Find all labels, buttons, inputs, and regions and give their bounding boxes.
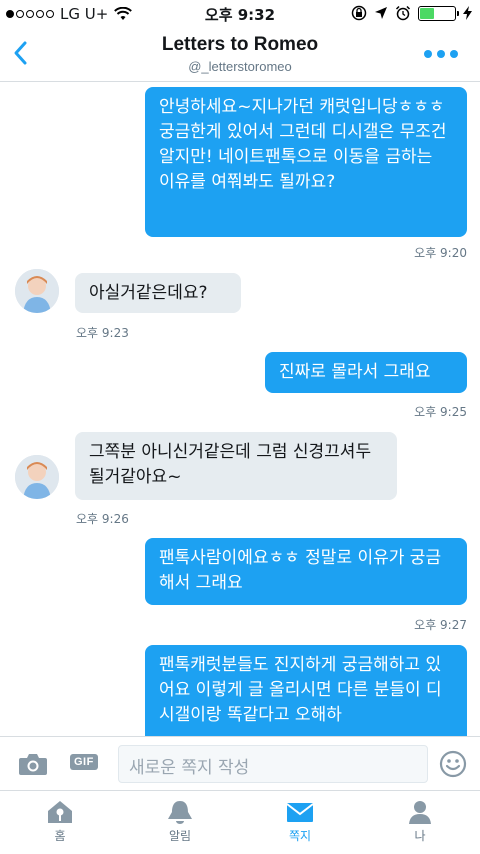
message-bubble-outgoing[interactable]: 팬톡사람이에요ㅎㅎ 정말로 이유가 궁금해서 그래요 xyxy=(145,538,467,605)
charging-bolt-icon xyxy=(463,6,472,20)
message-bubble-outgoing[interactable]: 안녕하세요~지나가던 캐럿입니당ㅎㅎㅎ 궁금한게 있어서 그런데 디시갤은 무조… xyxy=(145,87,467,237)
status-right xyxy=(351,5,472,21)
location-arrow-icon xyxy=(375,7,387,19)
avatar[interactable] xyxy=(15,269,59,313)
gif-button[interactable]: GIF xyxy=(70,754,98,770)
more-options-icon[interactable] xyxy=(424,50,458,58)
message-timestamp: 오후 9:23 xyxy=(76,326,129,340)
conversation-title[interactable]: Letters to Romeo xyxy=(0,34,480,56)
avatar-image xyxy=(15,269,59,313)
tab-notifications[interactable]: 알림 xyxy=(150,799,210,844)
bell-icon xyxy=(168,801,192,824)
battery-icon xyxy=(418,5,459,21)
message-timestamp: 오후 9:26 xyxy=(76,512,129,526)
tab-home[interactable]: 홈 xyxy=(30,799,90,844)
tab-home-label: 홈 xyxy=(54,829,66,843)
message-timestamp: 오후 9:25 xyxy=(414,405,467,419)
message-timestamp: 오후 9:27 xyxy=(414,618,467,632)
emoji-icon[interactable] xyxy=(439,750,467,778)
message-composer: GIF 새로운 쪽지 작성 xyxy=(0,736,480,790)
message-bubble-outgoing[interactable]: 팬톡캐럿분들도 진지하게 궁금해하고 있어요 이렇게 글 올리시면 다른 분들이… xyxy=(145,645,467,736)
message-bubble-incoming[interactable]: 아실거같은데요? xyxy=(75,273,241,313)
tab-me[interactable]: 나 xyxy=(390,799,450,844)
person-icon xyxy=(409,801,431,824)
avatar-image xyxy=(15,455,59,499)
conversation-header: Letters to Romeo @_letterstoromeo xyxy=(0,28,480,82)
tab-bar: 홈 알림 쪽지 나 xyxy=(0,790,480,854)
message-bubble-incoming[interactable]: 그쪽분 아니신거같은데 그럼 신경끄셔두 될거같아요~ xyxy=(75,432,397,500)
message-list[interactable]: 안녕하세요~지나가던 캐럿입니당ㅎㅎㅎ 궁금한게 있어서 그런데 디시갤은 무조… xyxy=(0,82,480,736)
tab-messages[interactable]: 쪽지 xyxy=(270,799,330,844)
conversation-handle: @_letterstoromeo xyxy=(188,59,292,74)
rotation-lock-icon xyxy=(351,5,367,21)
tab-messages-label: 쪽지 xyxy=(288,829,312,843)
status-bar: LG U+ 오후 9:32 xyxy=(0,0,480,28)
avatar[interactable] xyxy=(15,455,59,499)
message-timestamp: 오후 9:20 xyxy=(414,246,467,260)
tab-me-label: 나 xyxy=(414,829,426,843)
envelope-icon xyxy=(286,803,314,822)
tab-notifications-label: 알림 xyxy=(168,829,192,843)
home-icon xyxy=(48,801,72,823)
camera-icon[interactable] xyxy=(18,751,48,777)
alarm-clock-icon xyxy=(395,5,411,21)
message-input[interactable]: 새로운 쪽지 작성 xyxy=(118,745,428,783)
message-bubble-outgoing[interactable]: 진짜로 몰라서 그래요 xyxy=(265,352,467,393)
